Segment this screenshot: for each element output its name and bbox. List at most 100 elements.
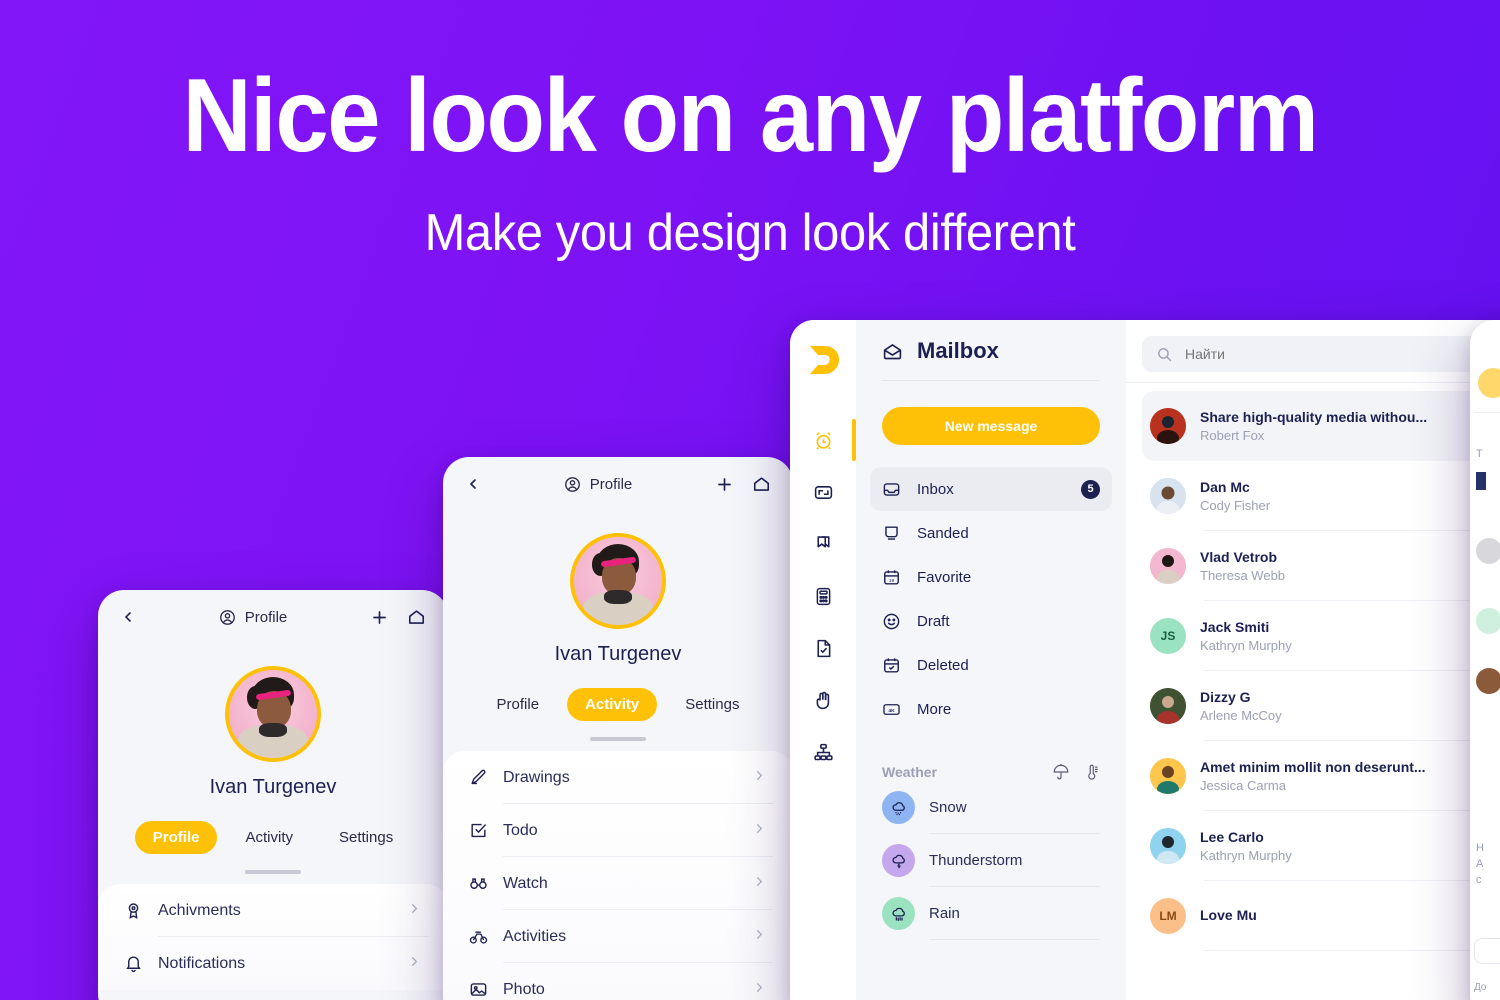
message-sender: Theresa Webb bbox=[1200, 568, 1286, 583]
list-item[interactable]: Drawings bbox=[447, 751, 789, 804]
folder-inbox[interactable]: Inbox 5 bbox=[870, 467, 1112, 511]
status-badge: 5 bbox=[1081, 479, 1100, 499]
avatar bbox=[1150, 548, 1186, 584]
folder-label: Inbox bbox=[917, 480, 954, 498]
folder-more[interactable]: 4K More bbox=[870, 687, 1112, 731]
list-item[interactable]: Watch bbox=[447, 857, 789, 910]
document-check-icon[interactable] bbox=[803, 625, 843, 671]
4k-icon: 4K bbox=[882, 700, 901, 719]
list-item-label: Activities bbox=[503, 927, 567, 945]
calculator-icon[interactable] bbox=[803, 573, 843, 619]
user-circle-icon bbox=[219, 609, 236, 626]
weather-item-snow[interactable]: Snow bbox=[882, 781, 1100, 834]
avatar: JS bbox=[1150, 618, 1186, 654]
message-row[interactable]: Vlad Vetrob Theresa Webb 16:55 bbox=[1142, 531, 1500, 601]
home-icon[interactable] bbox=[407, 608, 426, 627]
list-item-label: Todo bbox=[503, 821, 538, 839]
thermometer-icon[interactable] bbox=[1082, 763, 1100, 781]
hierarchy-icon[interactable] bbox=[803, 729, 843, 775]
peek-text: НАс bbox=[1476, 842, 1484, 886]
avatar: LM bbox=[1150, 898, 1186, 934]
calendar-check-icon bbox=[882, 656, 901, 675]
photo-icon bbox=[469, 980, 497, 999]
avatar bbox=[1476, 668, 1500, 694]
message-subject: Amet minim mollit non deserunt... bbox=[1200, 759, 1426, 775]
folder-sanded[interactable]: Sanded bbox=[870, 511, 1112, 555]
plus-icon[interactable] bbox=[715, 475, 734, 494]
message-sender: Kathryn Murphy bbox=[1200, 638, 1292, 653]
avatar bbox=[1476, 608, 1500, 634]
drag-handle[interactable] bbox=[590, 737, 646, 741]
chevron-left-icon[interactable] bbox=[120, 609, 136, 625]
mail-sidebar: Mailbox New message Inbox 5 Sanded 19 Fa… bbox=[856, 320, 1126, 1000]
home-icon[interactable] bbox=[752, 475, 771, 494]
mailbox-header: Mailbox bbox=[856, 338, 1126, 380]
chevron-right-icon bbox=[407, 954, 422, 974]
calendar-19-icon: 19 bbox=[882, 568, 901, 587]
tab-profile[interactable]: Profile bbox=[134, 821, 218, 854]
weather-item-rain[interactable]: Rain bbox=[882, 887, 1100, 940]
bookmarks-icon[interactable] bbox=[803, 521, 843, 567]
alarm-clock-icon[interactable] bbox=[803, 417, 856, 463]
avatar bbox=[1150, 478, 1186, 514]
phone-left-title: Profile bbox=[244, 608, 288, 626]
bicycle-icon bbox=[469, 927, 497, 946]
phone-mockup-left: Profile Ivan Turgenev Profile Activity S… bbox=[98, 590, 448, 1000]
avatar-initials: LM bbox=[1159, 909, 1177, 923]
smiley-icon bbox=[882, 612, 901, 631]
snow-cloud-icon bbox=[882, 791, 915, 824]
tab-settings[interactable]: Settings bbox=[321, 821, 411, 854]
peek-text: Т bbox=[1476, 448, 1483, 460]
profile-name: Ivan Turgenev bbox=[209, 776, 337, 798]
avatar-initials: JS bbox=[1160, 629, 1176, 643]
weather-item-thunderstorm[interactable]: Thunderstorm bbox=[882, 834, 1100, 887]
tab-activity[interactable]: Activity bbox=[227, 821, 311, 854]
message-row[interactable]: Dizzy G Arlene McCoy 15:21 bbox=[1142, 671, 1500, 741]
message-sender: Cody Fisher bbox=[1200, 498, 1271, 513]
mail-app-window: Mailbox New message Inbox 5 Sanded 19 Fa… bbox=[790, 320, 1500, 1000]
peek-button[interactable] bbox=[1474, 938, 1500, 964]
message-row[interactable]: Share high-quality media withou... Rober… bbox=[1142, 391, 1500, 461]
tab-profile[interactable]: Profile bbox=[479, 688, 558, 721]
message-row[interactable]: Amet minim mollit non deserunt... Jessic… bbox=[1142, 741, 1500, 811]
message-subject: Lee Carlo bbox=[1200, 829, 1264, 845]
list-item[interactable]: Photo bbox=[447, 963, 789, 1000]
message-row[interactable]: LM Love Mu 10:25 bbox=[1142, 881, 1500, 951]
weather-label: Rain bbox=[929, 905, 960, 922]
message-subject: Vlad Vetrob bbox=[1200, 549, 1278, 565]
image-icon[interactable] bbox=[803, 469, 843, 515]
page-subtitle: Make you design look different bbox=[424, 204, 1076, 263]
phone-mid-list: Drawings Todo Watch Activities Photo bbox=[443, 751, 793, 1000]
message-row[interactable]: Lee Carlo Kathryn Murphy 11:25 bbox=[1142, 811, 1500, 881]
folder-favorite[interactable]: 19 Favorite bbox=[870, 555, 1112, 599]
chevron-right-icon bbox=[407, 901, 422, 921]
list-item[interactable]: Notifications bbox=[102, 937, 444, 990]
mailbox-title: Mailbox bbox=[917, 338, 999, 363]
message-subject: Love Mu bbox=[1200, 906, 1257, 923]
search-bar[interactable] bbox=[1142, 336, 1500, 372]
drag-handle[interactable] bbox=[245, 870, 301, 874]
list-item[interactable]: Todo bbox=[447, 804, 789, 857]
message-row[interactable]: Dan Mc Cody Fisher 17:20 bbox=[1142, 461, 1500, 531]
chevron-right-icon bbox=[752, 927, 767, 947]
avatar bbox=[1478, 368, 1500, 398]
new-message-button[interactable]: New message bbox=[882, 407, 1100, 445]
plus-icon[interactable] bbox=[370, 608, 389, 627]
chevron-left-icon[interactable] bbox=[465, 476, 481, 492]
list-item[interactable]: Achivments bbox=[102, 884, 444, 937]
tab-activity[interactable]: Activity bbox=[567, 688, 658, 721]
tab-settings[interactable]: Settings bbox=[667, 688, 757, 721]
list-item[interactable]: Activities bbox=[447, 910, 789, 963]
phone-left-tabs: Profile Activity Settings bbox=[98, 821, 448, 854]
pen-icon bbox=[469, 768, 497, 787]
hand-icon[interactable] bbox=[803, 677, 843, 723]
avatar bbox=[1150, 408, 1186, 444]
umbrella-icon[interactable] bbox=[1052, 763, 1070, 781]
weather-title: Weather bbox=[882, 764, 937, 780]
message-list-pane: Share high-quality media withou... Rober… bbox=[1126, 320, 1500, 1000]
search-input[interactable] bbox=[1185, 346, 1500, 362]
folder-label: Draft bbox=[917, 612, 950, 630]
folder-deleted[interactable]: Deleted bbox=[870, 643, 1112, 687]
folder-draft[interactable]: Draft bbox=[870, 599, 1112, 643]
message-row[interactable]: JS Jack Smiti Kathryn Murphy 15:25 bbox=[1142, 601, 1500, 671]
